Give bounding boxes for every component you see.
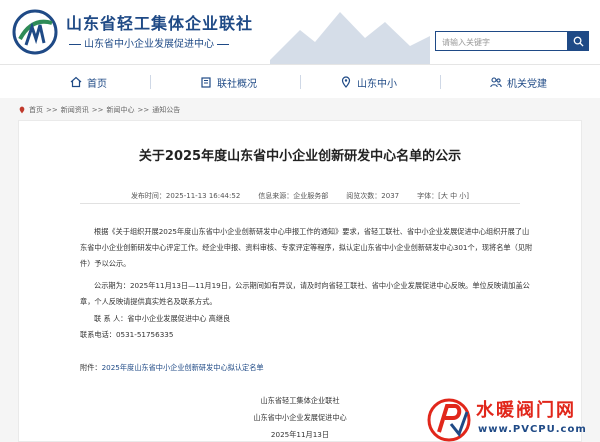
contact-phone: 联系电话：0531-51756335 — [80, 330, 174, 339]
site-header: 山东省轻工集体企业联社 山东省中小企业发展促进中心 请输入关键字 — [0, 0, 600, 64]
people-icon — [490, 77, 502, 88]
breadcrumb-separator: >> — [46, 106, 58, 114]
nav-divider — [150, 75, 151, 89]
map-pin-icon — [341, 76, 351, 88]
publish-time: 发布时间：2025-11-13 16:44:52 — [130, 192, 241, 200]
breadcrumb-separator: >> — [91, 106, 104, 114]
org-title: 山东省轻工集体企业联社 — [66, 14, 254, 33]
org-subtitle: 山东省中小企业发展促进中心 — [66, 35, 232, 50]
watermark-name: 水暖阀门网 — [476, 400, 576, 421]
search-button[interactable] — [567, 31, 589, 51]
breadcrumb-separator: >> — [137, 106, 150, 114]
breadcrumb-item-news[interactable]: 新闻资讯 — [61, 105, 89, 115]
attachment-link[interactable]: 2025年度山东省中小企业创新研发中心拟认定名单 — [102, 363, 264, 372]
body-paragraph-2: 公示期为：2025年11月13日—11月19日，公示期间如有异议，请及时向省轻工… — [80, 281, 530, 306]
view-count: 阅览次数：2037 — [346, 192, 400, 200]
breadcrumb: 首页 >> 新闻资讯 >> 新闻中心 >> 通知公告 — [18, 105, 180, 115]
nav-label: 山东中小 — [357, 78, 397, 90]
org-logo[interactable] — [12, 9, 58, 55]
main-nav: 首页 联社概况 山东中小 机关党建 — [0, 64, 600, 98]
nav-item-shandong-sme[interactable]: 山东中小 — [340, 65, 397, 99]
nav-divider — [300, 75, 301, 89]
nav-divider — [440, 75, 441, 89]
meta-divider — [80, 203, 520, 204]
decorative-mountain-art — [270, 12, 430, 64]
nav-item-party-building[interactable]: 机关党建 — [490, 65, 547, 99]
search-input[interactable]: 请输入关键字 — [435, 31, 568, 51]
article-title: 关于2025年度山东省中小企业创新研发中心名单的公示 — [138, 149, 462, 164]
nav-label: 首页 — [87, 78, 107, 90]
font-size-control[interactable]: 字体：[大 中 小] — [417, 191, 469, 201]
location-icon — [19, 106, 25, 114]
breadcrumb-item-home[interactable]: 首页 — [29, 105, 43, 115]
home-icon — [70, 76, 82, 88]
watermark-url: www.PVCPU.com — [478, 424, 587, 435]
building-icon — [201, 77, 211, 88]
search-icon — [573, 36, 584, 47]
breadcrumb-item-news-center[interactable]: 新闻中心 — [106, 105, 134, 115]
attachment-label: 附件： — [80, 363, 102, 372]
attachment-row: 附件：2025年度山东省中小企业创新研发中心拟认定名单 — [80, 363, 264, 373]
breadcrumb-item-notices[interactable]: 通知公告 — [152, 105, 180, 115]
article-meta: 发布时间：2025-11-13 16:44:52 信息来源：企业服务部 阅览次数… — [0, 191, 600, 201]
nav-label: 机关党建 — [507, 78, 547, 90]
nav-item-home[interactable]: 首页 — [70, 65, 107, 99]
nav-item-overview[interactable]: 联社概况 — [200, 65, 257, 99]
info-source: 信息来源：企业服务部 — [258, 192, 329, 200]
body-paragraph-1: 根据《关于组织开展2025年度山东省中小企业创新研发中心申报工作的通知》要求，省… — [80, 227, 533, 268]
contact-person: 联 系 人：省中小企业发展促进中心 高继良 — [94, 314, 231, 323]
nav-label: 联社概况 — [217, 78, 257, 90]
